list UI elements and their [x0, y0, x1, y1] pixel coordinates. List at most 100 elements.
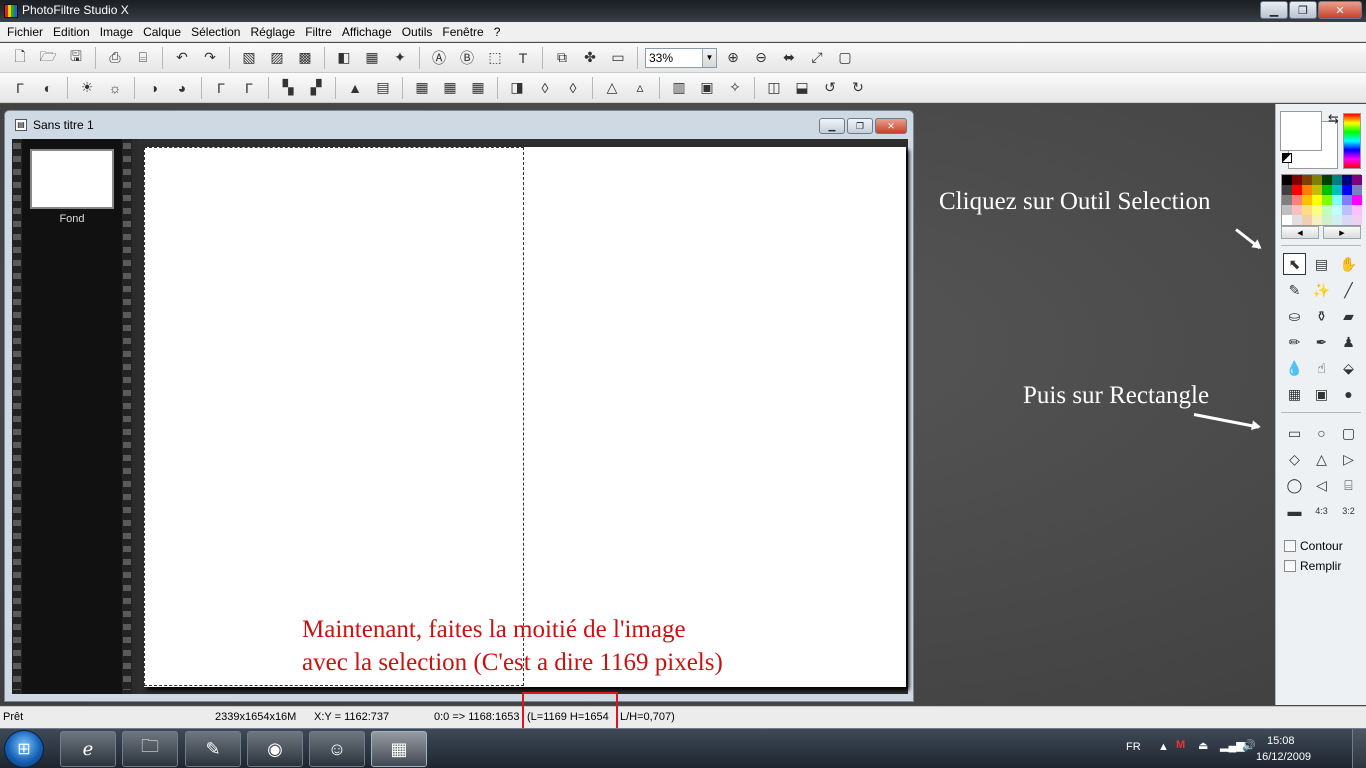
color-swatch[interactable] — [1292, 175, 1302, 185]
usb-icon[interactable]: ⏏ — [1198, 739, 1208, 752]
filter-icon[interactable]: ✦ — [388, 46, 412, 70]
volume-icon[interactable]: 🔊 — [1242, 739, 1256, 752]
color-swatch[interactable] — [1312, 215, 1322, 225]
mirror-icon[interactable]: ◫ — [762, 76, 786, 100]
gamma-down-icon[interactable]: Γ — [209, 76, 233, 100]
fit-image-icon[interactable]: ⤢ — [805, 46, 829, 70]
auto-contrast-icon[interactable]: ◐ — [36, 76, 60, 100]
menu-7[interactable]: Affichage — [337, 22, 397, 42]
color-swatch[interactable] — [1332, 175, 1342, 185]
color-swatch[interactable] — [1342, 185, 1352, 195]
color-swatch[interactable] — [1322, 215, 1332, 225]
warp-tool-icon[interactable]: ▦ — [1281, 381, 1308, 407]
mosaic-3-icon[interactable]: ▦ — [466, 76, 490, 100]
language-indicator[interactable]: FR — [1126, 741, 1141, 753]
color-swatch[interactable] — [1332, 205, 1342, 215]
crop-icon[interactable]: ▩ — [293, 46, 317, 70]
color-swatch[interactable] — [1352, 215, 1362, 225]
stamp-tool-icon[interactable]: ♟ — [1335, 329, 1362, 355]
network-icon[interactable]: ▂▄▆ — [1220, 739, 1245, 752]
portrait-tool-icon[interactable]: ▣ — [1308, 381, 1335, 407]
default-colors-icon[interactable] — [1282, 153, 1292, 163]
saturation-down-icon[interactable]: ▚ — [276, 76, 300, 100]
color-swatch[interactable] — [1312, 185, 1322, 195]
color-spectrum[interactable] — [1343, 113, 1361, 169]
polygon-shape-icon[interactable]: ◁ — [1308, 472, 1335, 498]
drops-icon[interactable]: ◊ — [561, 76, 585, 100]
paint-taskbar-button[interactable]: ✎ — [185, 731, 241, 767]
flip-icon[interactable]: ⬓ — [790, 76, 814, 100]
frame-tool-icon[interactable]: ▤ — [1308, 251, 1335, 277]
text-frame-icon[interactable]: Ⓐ — [427, 46, 451, 70]
smudge-tool-icon[interactable]: ☝ — [1308, 355, 1335, 381]
blur-more-icon[interactable]: ▵ — [628, 76, 652, 100]
color-selector[interactable]: ⇆ — [1280, 111, 1339, 169]
layer-thumbnail[interactable] — [30, 149, 114, 209]
blur-icon[interactable]: △ — [600, 76, 624, 100]
color-swatch[interactable] — [1292, 205, 1302, 215]
color-swatch[interactable] — [1282, 195, 1292, 205]
color-swatch[interactable] — [1312, 205, 1322, 215]
gradient-icon[interactable]: ◧ — [332, 46, 356, 70]
close-button[interactable]: ✕ — [1318, 1, 1362, 19]
rotate-right-icon[interactable]: ↻ — [846, 76, 870, 100]
fill-tool-icon[interactable]: ⛀ — [1281, 303, 1308, 329]
mosaic-1-icon[interactable]: ▦ — [410, 76, 434, 100]
color-swatch[interactable] — [1282, 175, 1292, 185]
color-swatch[interactable] — [1322, 195, 1332, 205]
strawberry-tool-icon[interactable]: ● — [1335, 381, 1362, 407]
menu-8[interactable]: Outils — [397, 22, 438, 42]
auto-levels-icon[interactable]: Γ — [8, 76, 32, 100]
color-bal-icon[interactable]: ▥ — [667, 76, 691, 100]
select-icon[interactable]: ⬚ — [483, 46, 507, 70]
sharpen-icon[interactable]: ◨ — [505, 76, 529, 100]
color-swatch[interactable] — [1302, 205, 1312, 215]
hand-tool-icon[interactable]: ✋ — [1335, 251, 1362, 277]
doc-close-button[interactable]: ✕ — [875, 118, 907, 134]
color-swatch[interactable] — [1292, 215, 1302, 225]
open-icon[interactable]: 🗁 — [36, 46, 60, 70]
spray-tool-icon[interactable]: ⚱ — [1308, 303, 1335, 329]
antivirus-icon[interactable]: M — [1176, 739, 1185, 751]
color-swatch[interactable] — [1302, 195, 1312, 205]
rectangle-shape-icon[interactable]: ▭ — [1281, 420, 1308, 446]
color-swatch[interactable] — [1322, 205, 1332, 215]
contrast-up-icon[interactable]: ◕ — [170, 76, 194, 100]
color-swatch[interactable] — [1282, 205, 1292, 215]
copy-image-icon[interactable]: ▨ — [265, 46, 289, 70]
chevron-down-icon[interactable]: ▼ — [702, 48, 716, 67]
color-swatch[interactable] — [1342, 195, 1352, 205]
color-swatch[interactable] — [1312, 175, 1322, 185]
blur-tool-icon[interactable]: 💧 — [1281, 355, 1308, 381]
ratio-free-icon[interactable]: ▬ — [1281, 498, 1308, 524]
gamma-up-icon[interactable]: Γ — [237, 76, 261, 100]
messenger-taskbar-button[interactable]: ◉ — [247, 731, 303, 767]
monitor-icon[interactable]: ▣ — [695, 76, 719, 100]
swatch-prev-button[interactable]: ◀ — [1281, 226, 1319, 239]
rounded-rect-shape-icon[interactable]: ▢ — [1335, 420, 1362, 446]
brightness-down-icon[interactable]: ☀ — [75, 76, 99, 100]
color-grid-icon[interactable]: ▦ — [360, 46, 384, 70]
color-swatch[interactable] — [1352, 175, 1362, 185]
puzzle-icon[interactable]: ✤ — [578, 46, 602, 70]
doc-minimize-button[interactable]: ▁ — [819, 118, 845, 134]
magic-wand-tool-icon[interactable]: ✨ — [1308, 277, 1335, 303]
menu-2[interactable]: Image — [95, 22, 138, 42]
fullscreen-icon[interactable]: ▢ — [833, 46, 857, 70]
rotate-left-icon[interactable]: ↺ — [818, 76, 842, 100]
color-swatch[interactable] — [1282, 215, 1292, 225]
new-icon[interactable]: 🗋 — [8, 46, 32, 70]
color-swatch[interactable] — [1322, 175, 1332, 185]
save-icon[interactable]: 🖫 — [64, 46, 88, 70]
color-swatch[interactable] — [1302, 215, 1312, 225]
color-swatch[interactable] — [1302, 175, 1312, 185]
drop-icon[interactable]: ◊ — [533, 76, 557, 100]
clock-date[interactable]: 16/12/2009 — [1256, 751, 1311, 763]
zoom-out-icon[interactable]: ⊖ — [749, 46, 773, 70]
menu-5[interactable]: Réglage — [245, 22, 300, 42]
clock-time[interactable]: 15:08 — [1267, 735, 1295, 747]
brush-tool-icon[interactable]: ✏ — [1281, 329, 1308, 355]
mosaic-2-icon[interactable]: ▦ — [438, 76, 462, 100]
diamond-shape-icon[interactable]: ◇ — [1281, 446, 1308, 472]
window-icon[interactable]: ▭ — [606, 46, 630, 70]
